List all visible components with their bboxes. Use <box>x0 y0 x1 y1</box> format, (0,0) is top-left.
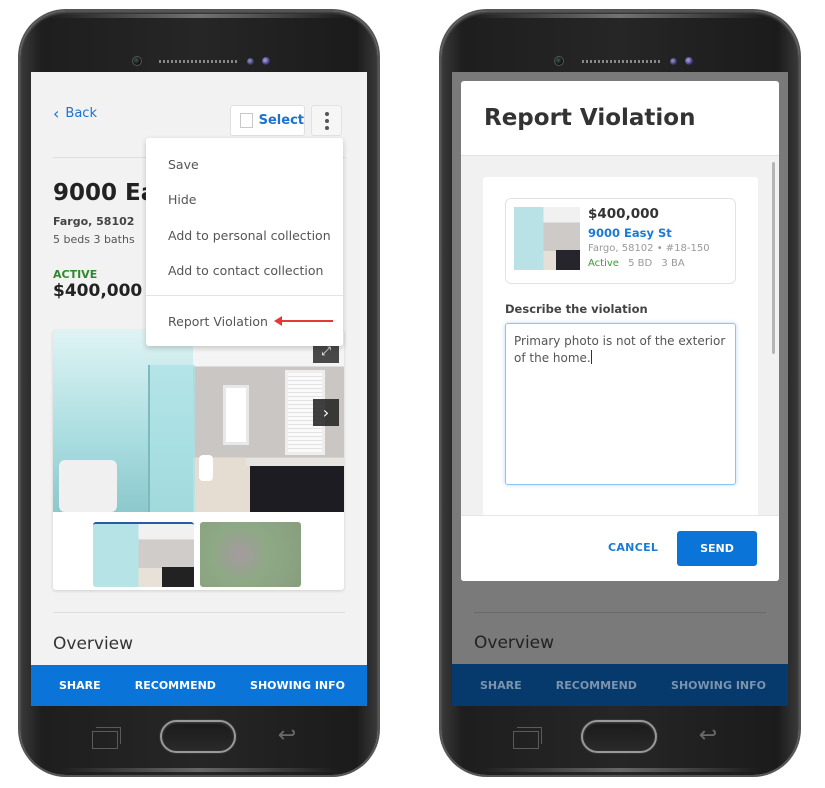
bottom-action-bar-dimmed: SHARE RECOMMEND SHOWING INFO <box>452 664 788 706</box>
listing-city-line: Fargo, 58102 • #18-150 <box>588 243 710 254</box>
photo-toilet <box>199 455 213 481</box>
sensor-icon <box>670 58 677 65</box>
listing-address-link[interactable]: 9000 Easy St <box>588 226 672 240</box>
listing-price: $400,000 <box>53 281 143 301</box>
recent-apps-icon[interactable] <box>92 727 121 749</box>
phone-sheen <box>471 14 769 18</box>
recommend-button[interactable]: RECOMMEND <box>135 679 216 692</box>
listing-beds: 5 BD <box>628 258 653 269</box>
back-label: Back <box>65 106 97 121</box>
home-button[interactable] <box>160 720 236 753</box>
textarea-value: Primary photo is not of the exterior of … <box>514 334 726 365</box>
photo-vanity <box>246 458 344 512</box>
menu-divider <box>146 295 343 296</box>
select-button[interactable]: Select <box>230 105 305 136</box>
share-button[interactable]: SHARE <box>59 679 101 692</box>
photo-gallery: ⤢ › <box>53 330 344 590</box>
phone-sheen <box>60 768 338 772</box>
photo-towel <box>59 460 117 512</box>
divider <box>53 612 345 613</box>
listing-status: ACTIVE <box>53 268 98 281</box>
front-camera-icon <box>132 56 142 66</box>
section-title-overview: Overview <box>53 634 134 654</box>
back-arrow-icon[interactable]: ↩ <box>270 725 304 747</box>
share-button: SHARE <box>480 678 522 692</box>
listing-meta: Active 5 BD 3 BA <box>588 258 685 269</box>
speaker-grille <box>582 60 662 63</box>
modal-card: $400,000 9000 Easy St Fargo, 58102 • #18… <box>483 177 758 522</box>
listing-beds-baths: 5 beds 3 baths <box>53 233 135 246</box>
front-camera-icon <box>554 56 564 66</box>
speaker-grille <box>159 60 239 63</box>
menu-item-save[interactable]: Save <box>168 157 199 172</box>
divider <box>474 612 766 613</box>
more-vertical-icon-dot <box>324 125 329 130</box>
thumbnail-bathroom[interactable] <box>93 522 194 587</box>
listing-city: Fargo, 58102 <box>53 215 135 228</box>
listing-status: Active <box>588 258 619 269</box>
menu-item-add-personal-collection[interactable]: Add to personal collection <box>168 228 331 243</box>
chevron-right-icon[interactable]: › <box>313 399 339 426</box>
violation-description-textarea[interactable]: Primary photo is not of the exterior of … <box>505 323 736 485</box>
red-arrow-annotation-icon <box>274 316 333 326</box>
photo-window <box>223 385 249 445</box>
showing-info-button: SHOWING INFO <box>671 678 766 692</box>
back-arrow-icon[interactable]: ↩ <box>691 725 725 747</box>
modal-body: $400,000 9000 Easy St Fargo, 58102 • #18… <box>461 155 779 522</box>
back-button[interactable]: ‹ Back <box>53 104 97 123</box>
home-button[interactable] <box>581 720 657 753</box>
select-label: Select <box>258 113 304 128</box>
phone-sheen <box>481 768 759 772</box>
describe-violation-label: Describe the violation <box>505 302 648 316</box>
listing-baths: 3 BA <box>661 258 685 269</box>
menu-item-add-contact-collection[interactable]: Add to contact collection <box>168 263 323 278</box>
more-options-button[interactable] <box>311 105 342 136</box>
listing-summary-card: $400,000 9000 Easy St Fargo, 58102 • #18… <box>505 198 736 284</box>
chevron-left-icon: ‹ <box>53 104 60 123</box>
send-button[interactable]: SEND <box>677 531 757 566</box>
modal-scrollbar[interactable] <box>772 162 775 354</box>
report-violation-modal: Report Violation $400,000 9000 Easy St F… <box>461 81 779 581</box>
listing-price: $400,000 <box>588 206 659 222</box>
thumbnail-yard[interactable] <box>200 522 301 587</box>
bottom-action-bar: SHARE RECOMMEND SHOWING INFO <box>31 665 367 706</box>
recommend-button: RECOMMEND <box>555 678 637 692</box>
sensor-lens-icon <box>684 56 694 66</box>
main-photo[interactable]: ⤢ › <box>53 330 344 512</box>
sensor-icon <box>247 58 254 65</box>
more-options-menu: Save Hide Add to personal collection Add… <box>146 138 343 346</box>
modal-footer: CANCEL SEND <box>461 515 779 581</box>
menu-item-hide[interactable]: Hide <box>168 192 197 207</box>
report-violation-screen: Overview SHARE RECOMMEND SHOWING INFO Re… <box>452 72 788 706</box>
section-title-overview: Overview <box>474 633 555 653</box>
select-checkbox[interactable] <box>240 113 253 128</box>
more-vertical-icon-dot <box>324 118 329 123</box>
cancel-button[interactable]: CANCEL <box>608 541 658 554</box>
text-cursor <box>590 350 592 364</box>
hardware-nav-keys: ↩ <box>441 709 799 775</box>
modal-title: Report Violation <box>484 105 696 131</box>
phone-sheen <box>50 14 348 18</box>
sensor-lens-icon <box>261 56 271 66</box>
recent-apps-icon[interactable] <box>513 727 542 749</box>
phone-frame-left: ‹ Back Select 9000 Easy St Fargo, 58102 … <box>20 11 378 775</box>
listing-detail-screen: ‹ Back Select 9000 Easy St Fargo, 58102 … <box>31 72 367 706</box>
listing-thumbnail <box>514 207 580 270</box>
showing-info-button[interactable]: SHOWING INFO <box>250 679 345 692</box>
menu-item-report-violation[interactable]: Report Violation <box>168 314 268 329</box>
more-vertical-icon-dot <box>324 111 329 116</box>
hardware-nav-keys: ↩ <box>20 709 378 775</box>
phone-frame-right: Overview SHARE RECOMMEND SHOWING INFO Re… <box>441 11 799 775</box>
